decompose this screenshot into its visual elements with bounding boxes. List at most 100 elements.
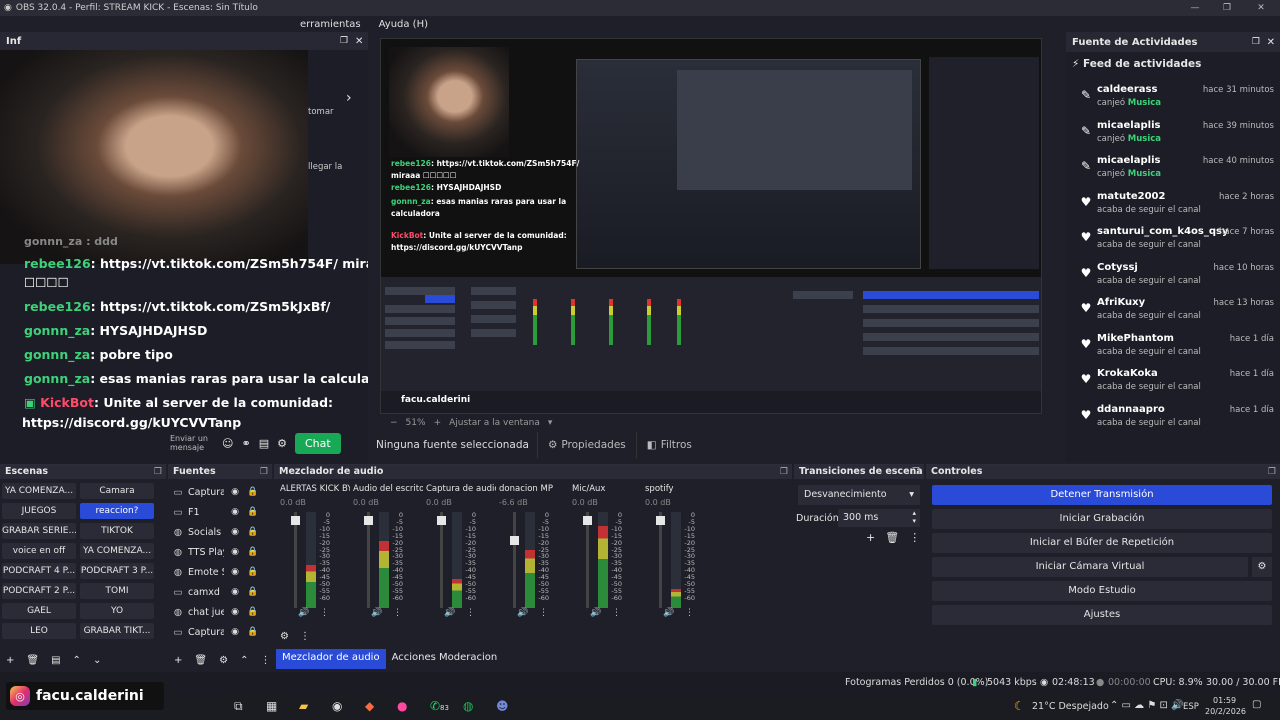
scene-button[interactable]: TOMI <box>80 583 154 599</box>
more-icon[interactable]: ⋮ <box>685 608 694 618</box>
scene-button[interactable]: TIKTOK <box>80 523 154 539</box>
scene-button[interactable]: YA COMENZA... <box>80 543 154 559</box>
lock-icon[interactable]: 🔒 <box>246 607 260 617</box>
scene-button[interactable]: GRABAR TIKT... <box>80 623 154 639</box>
zoom-in-icon[interactable]: + <box>434 418 442 428</box>
lock-icon[interactable]: 🔒 <box>246 587 260 597</box>
mixer-settings-icon[interactable]: ⚙ <box>280 631 289 642</box>
volume-slider[interactable] <box>440 512 443 608</box>
language-indicator[interactable]: ESP <box>1183 702 1199 712</box>
source-item[interactable]: ◍ Emote S ◉ 🔒 <box>172 563 264 581</box>
app-icon[interactable]: ● <box>397 699 407 713</box>
scene-button[interactable]: YA COMENZA... <box>2 483 76 499</box>
transition-select[interactable]: Desvanecimiento ▾ <box>798 485 920 505</box>
close-dock-icon[interactable]: ✕ <box>1267 37 1275 48</box>
filter-icon[interactable]: ▤ <box>51 655 60 666</box>
gear-icon[interactable]: ⚙ <box>219 655 228 666</box>
filters-button[interactable]: ◧ Filtros <box>635 432 702 458</box>
source-item[interactable]: ▭ camxd ◉ 🔒 <box>172 583 264 601</box>
visibility-icon[interactable]: ◉ <box>228 527 242 537</box>
lock-icon[interactable]: 🔒 <box>246 507 260 517</box>
float-icon[interactable]: ❐ <box>340 36 348 46</box>
scene-button[interactable]: GRABAR SERIE... <box>2 523 76 539</box>
more-icon[interactable]: ⋮ <box>300 631 310 642</box>
emote-icon[interactable]: ☺ <box>222 437 233 450</box>
add-scene-icon[interactable]: + <box>6 655 14 666</box>
volume-slider[interactable] <box>367 512 370 608</box>
source-item[interactable]: ◍ TTS Play ◉ 🔒 <box>172 543 264 561</box>
lock-icon[interactable]: 🔒 <box>246 487 260 497</box>
mute-icon[interactable]: 🔊 <box>298 608 309 618</box>
source-item[interactable]: ▭ Captura ◉ 🔒 <box>172 623 264 641</box>
visibility-icon[interactable]: ◉ <box>228 627 242 637</box>
tray-icons[interactable]: ⌃ ▭ ☁ ⚑ ⊡ 🔊 <box>1110 700 1184 711</box>
scene-button[interactable]: GAEL <box>2 603 76 619</box>
scene-button[interactable]: PODCRAFT 4 P... <box>2 563 76 579</box>
lock-icon[interactable]: 🔒 <box>246 567 260 577</box>
volume-knob[interactable] <box>583 516 592 525</box>
tab-mezclador[interactable]: Mezclador de audio <box>276 649 386 669</box>
stream-preview[interactable]: rebee126: https://vt.tiktok.com/ZSm5h754… <box>380 38 1042 414</box>
move-up-icon[interactable]: ⌃ <box>240 655 248 666</box>
mute-icon[interactable]: 🔊 <box>590 608 601 618</box>
close-window-button[interactable]: ✕ <box>1246 0 1276 16</box>
chevron-down-icon[interactable]: ▾ <box>548 418 553 428</box>
whatsapp-icon[interactable]: ✆ <box>430 699 440 713</box>
remove-transition-icon[interactable]: 🗑 <box>885 531 899 544</box>
chat-send-button[interactable]: Chat <box>294 432 341 454</box>
volume-slider[interactable] <box>294 512 297 608</box>
store-icon[interactable]: ▤ <box>259 437 269 450</box>
remove-source-icon[interactable]: 🗑 <box>194 655 207 666</box>
more-icon[interactable]: ⋮ <box>909 531 920 544</box>
zoom-level[interactable]: 51% <box>406 418 426 428</box>
mute-icon[interactable]: 🔊 <box>663 608 674 618</box>
obs-icon[interactable]: ◉ <box>332 699 342 713</box>
source-item[interactable]: ◍ chat jueg ◉ 🔒 <box>172 603 264 621</box>
notification-icon[interactable]: ▢ <box>1252 699 1261 710</box>
visibility-icon[interactable]: ◉ <box>228 567 242 577</box>
lock-icon[interactable]: 🔒 <box>246 527 260 537</box>
source-item[interactable]: ▭ Captura ◉ 🔒 <box>172 483 264 501</box>
tab-acciones-moderacion[interactable]: Acciones Moderacion <box>386 649 504 669</box>
volume-knob[interactable] <box>364 516 373 525</box>
add-source-icon[interactable]: + <box>174 655 182 666</box>
mute-icon[interactable]: 🔊 <box>371 608 382 618</box>
fit-mode-select[interactable]: Ajustar a la ventana <box>449 418 540 428</box>
gear-icon[interactable]: ⚙ <box>1252 557 1272 577</box>
volume-knob[interactable] <box>291 516 300 525</box>
move-up-icon[interactable]: ⌃ <box>73 655 81 666</box>
discord-icon[interactable]: ☻ <box>496 699 509 713</box>
menu-ayuda[interactable]: Ayuda (H) <box>379 19 428 30</box>
mute-icon[interactable]: 🔊 <box>444 608 455 618</box>
more-icon[interactable]: ⋮ <box>466 608 475 618</box>
scene-button[interactable]: PODCRAFT 3 P... <box>80 563 154 579</box>
minimize-button[interactable]: — <box>1180 0 1210 16</box>
task-view-icon[interactable]: ⧉ <box>234 699 243 714</box>
volume-knob[interactable] <box>437 516 446 525</box>
scene-button[interactable]: JUEGOS <box>2 503 76 519</box>
volume-slider[interactable] <box>659 512 662 608</box>
more-icon[interactable]: ⋮ <box>260 655 270 666</box>
move-down-icon[interactable]: ⌄ <box>93 655 101 666</box>
maximize-button[interactable]: ❐ <box>1212 0 1242 16</box>
add-transition-icon[interactable]: + <box>866 531 875 544</box>
scene-button[interactable]: PODCRAFT 2 P... <box>2 583 76 599</box>
volume-knob[interactable] <box>510 536 519 545</box>
chat-input[interactable]: Enviar un mensaje <box>170 434 214 452</box>
visibility-icon[interactable]: ◉ <box>228 507 242 517</box>
remove-scene-icon[interactable]: 🗑 <box>26 655 39 666</box>
visibility-icon[interactable]: ◉ <box>228 547 242 557</box>
folder-icon[interactable]: ▰ <box>299 699 308 713</box>
duration-spinner[interactable]: 300 ms ▴ ▾ <box>838 509 920 527</box>
scene-button[interactable]: voice en off <box>2 543 76 559</box>
source-item[interactable]: ▭ F1 ◉ 🔒 <box>172 503 264 521</box>
scene-button[interactable]: reaccion? <box>80 503 154 519</box>
volume-slider[interactable] <box>513 512 516 608</box>
lock-icon[interactable]: 🔒 <box>246 627 260 637</box>
visibility-icon[interactable]: ◉ <box>228 487 242 497</box>
menu-herramientas[interactable]: erramientas <box>300 19 361 30</box>
properties-button[interactable]: ⚙ Propiedades <box>536 432 636 458</box>
browser-icon[interactable]: ◆ <box>365 699 374 713</box>
scene-button[interactable]: Camara <box>80 483 154 499</box>
scene-button[interactable]: YO <box>80 603 154 619</box>
